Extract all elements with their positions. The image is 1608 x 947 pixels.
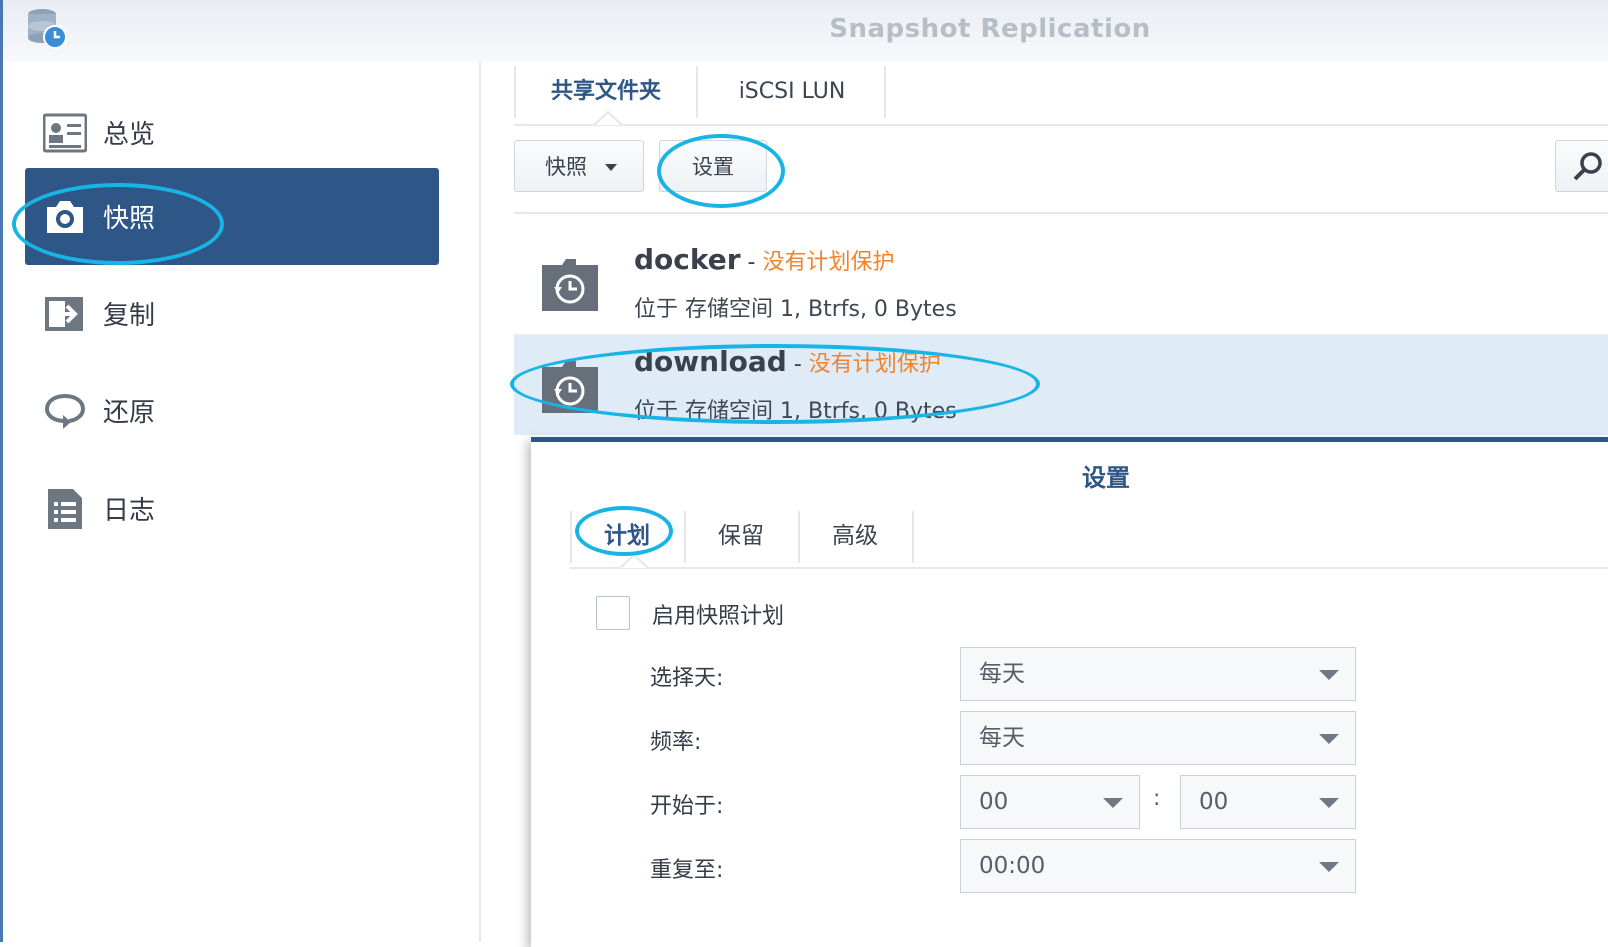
tab-divider [912, 511, 914, 563]
tab-divider [514, 66, 516, 118]
sidebar-item-label: 日志 [103, 496, 156, 526]
select-day-dropdown[interactable]: 每天 [960, 647, 1356, 701]
start-hour-value: 00 [979, 789, 1009, 815]
sidebar-item-overview[interactable]: 总览 [25, 84, 439, 181]
highlight-ring-download [510, 344, 1040, 424]
list-item-location: 位于 存储空间 1, Btrfs, 0 Bytes [634, 297, 957, 322]
snapshot-dropdown-button[interactable]: 快照 [514, 140, 644, 192]
restore-loop-icon [43, 389, 87, 433]
main-tabs: 共享文件夹 iSCSI LUN [514, 62, 1608, 126]
snapshot-button-label: 快照 [545, 155, 587, 179]
sidebar-item-replication[interactable]: 复制 [25, 265, 439, 362]
snapshot-folder-icon [542, 259, 598, 311]
tab-retention[interactable]: 保留 [718, 507, 764, 565]
sidebar-item-log[interactable]: 日志 [25, 460, 439, 557]
dialog-tabs: 计划 保留 高级 [570, 507, 1608, 569]
start-at-label: 开始于: [650, 794, 724, 819]
sidebar-item-restore[interactable]: 还原 [25, 362, 439, 459]
frequency-dropdown[interactable]: 每天 [960, 711, 1356, 765]
tab-advanced[interactable]: 高级 [832, 507, 878, 565]
tab-divider [884, 66, 886, 118]
toolbar-divider [514, 212, 1608, 214]
search-icon [1573, 152, 1602, 181]
time-separator: : [1153, 786, 1161, 811]
protection-status: 没有计划保护 [762, 250, 895, 275]
active-tab-pointer [594, 111, 622, 125]
chevron-down-icon [1319, 798, 1339, 808]
overview-card-icon [43, 111, 87, 155]
sidebar-item-label: 还原 [103, 398, 156, 428]
start-minute-value: 00 [1199, 789, 1229, 815]
chevron-down-icon [1103, 798, 1123, 808]
sidebar-item-label: 复制 [103, 301, 156, 331]
tab-divider [684, 511, 686, 563]
start-hour-dropdown[interactable]: 00 [960, 775, 1140, 829]
select-day-value: 每天 [979, 661, 1025, 687]
highlight-ring-schedule [575, 506, 673, 556]
search-button[interactable] [1555, 140, 1608, 192]
log-list-icon [43, 487, 87, 531]
chevron-down-icon [1319, 670, 1339, 680]
repeat-until-label: 重复至: [650, 858, 724, 883]
frequency-label: 频率: [650, 730, 702, 755]
repeat-until-dropdown[interactable]: 00:00 [960, 839, 1356, 893]
tab-iscsi-lun[interactable]: iSCSI LUN [700, 62, 884, 122]
tab-divider [696, 66, 698, 118]
replicate-arrow-icon [43, 292, 87, 336]
enable-schedule-checkbox[interactable] [596, 596, 630, 630]
repeat-until-value: 00:00 [979, 853, 1046, 879]
name-dash: - [740, 250, 763, 275]
active-tab-pointer [620, 554, 648, 568]
select-day-label: 选择天: [650, 666, 724, 691]
enable-schedule-label: 启用快照计划 [652, 604, 785, 629]
highlight-ring-snapshot [12, 183, 224, 265]
frequency-value: 每天 [979, 725, 1025, 751]
dialog-title: 设置 [1082, 464, 1130, 492]
sidebar-item-label: 总览 [103, 120, 156, 150]
chevron-down-icon [1319, 862, 1339, 872]
list-item-docker[interactable]: docker - 没有计划保护 位于 存储空间 1, Btrfs, 0 Byte… [514, 233, 1608, 333]
start-minute-dropdown[interactable]: 00 [1180, 775, 1356, 829]
app-title: Snapshot Replication [829, 14, 1151, 44]
tab-divider [570, 511, 572, 563]
tab-divider [798, 511, 800, 563]
chevron-down-icon [1319, 734, 1339, 744]
chevron-down-icon [605, 164, 617, 171]
highlight-ring-settings [657, 134, 785, 208]
list-item-name: docker - 没有计划保护 [634, 243, 895, 276]
folder-name: docker [634, 243, 741, 276]
